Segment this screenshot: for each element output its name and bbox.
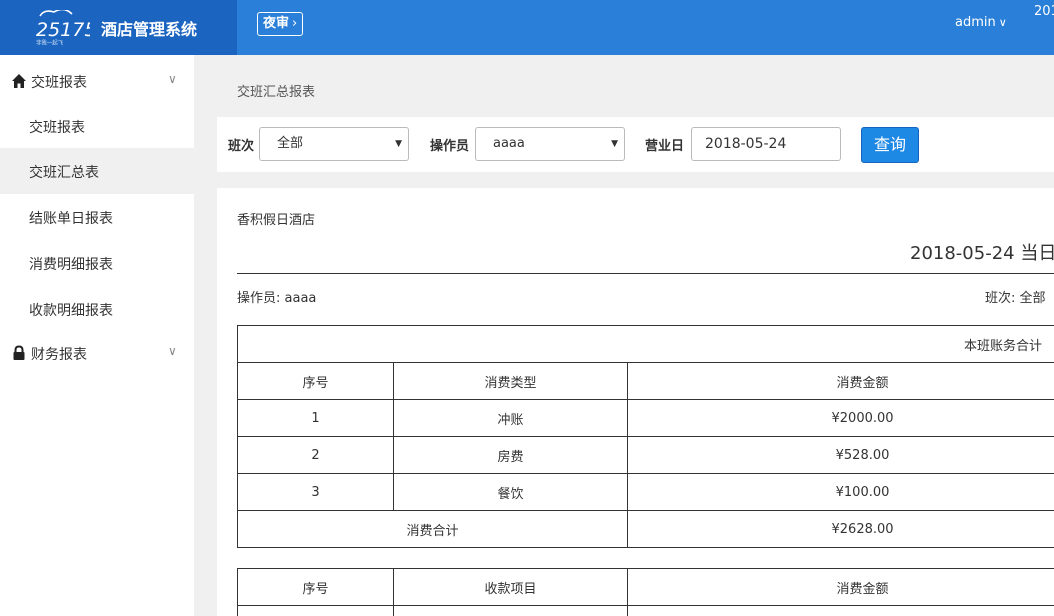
user-name: admin (955, 15, 996, 30)
table-cell (237, 605, 394, 616)
night-audit-button[interactable]: 夜审 › (257, 12, 304, 36)
hotel-name: 香积假日酒店 (237, 213, 316, 228)
column-header: 消费金额 (626, 362, 1054, 400)
column-header: 消费类型 (393, 362, 628, 400)
shift-select-value: 全部 (277, 136, 304, 151)
app-title: 酒店管理系统 (101, 20, 198, 39)
sidebar-item-label: 消费明细报表 (29, 257, 113, 273)
business-day-label: 营业日 (645, 139, 685, 154)
filter-bar: 班次 全部 ▼ 操作员 aaaa ▼ 营业日 2018-05-24 查询 (217, 117, 1054, 172)
table-row (237, 605, 1054, 616)
table-cell: 2 (237, 436, 394, 474)
consumption-table: 本班账务合计 序号 消费类型 消费金额 1 冲账 ¥2000.00 2 房费 ¥… (236, 325, 1054, 548)
sidebar-item-label: 结账单日报表 (29, 211, 113, 227)
shift-line: 班次: 全部 (985, 291, 1046, 306)
summary-caption: 本班账务合计 (236, 325, 1054, 363)
breadcrumb: 交班汇总报表 (237, 85, 316, 100)
logo-text: 25175 (36, 19, 90, 40)
sidebar-group-shift-reports[interactable]: 交班报表 ∨ (0, 58, 194, 104)
sidebar-item-shift-summary[interactable]: 交班汇总表 (0, 148, 194, 194)
summary-caption-text: 本班账务合计 (964, 338, 1043, 354)
table-cell: ¥2000.00 (626, 399, 1054, 437)
table-row: 1 冲账 ¥2000.00 (237, 399, 1054, 437)
sidebar-group-label: 财务报表 (31, 347, 87, 363)
column-header: 收款项目 (393, 568, 628, 606)
table-cell: 房费 (393, 436, 628, 474)
shift-select[interactable]: 全部 ▼ (259, 127, 409, 161)
column-header: 序号 (237, 568, 394, 606)
sidebar-item-payment-detail[interactable]: 收款明细报表 (0, 286, 194, 332)
operator-select[interactable]: aaaa ▼ (475, 127, 625, 161)
table-cell: 1 (237, 399, 394, 437)
table-cell (393, 605, 628, 616)
table-row: 2 房费 ¥528.00 (237, 436, 1054, 474)
title-divider (237, 273, 1054, 274)
logo-tagline: 非我一起飞 (36, 39, 64, 47)
chevron-right-icon: › (292, 16, 298, 31)
table-cell: 3 (237, 473, 394, 511)
sidebar-item-label: 交班报表 (29, 120, 85, 136)
table-caption-row: 本班账务合计 (236, 325, 1054, 363)
shift-label: 班次 (228, 139, 255, 154)
total-value: ¥2628.00 (626, 510, 1054, 548)
column-header: 序号 (237, 362, 394, 400)
sidebar-item-label: 收款明细报表 (29, 303, 113, 319)
table-cell: ¥100.00 (626, 473, 1054, 511)
table-cell: 餐饮 (393, 473, 628, 511)
table-row: 3 餐饮 ¥100.00 (237, 473, 1054, 511)
header-date: 201 (1034, 4, 1054, 19)
sidebar-item-label: 交班汇总表 (29, 165, 99, 181)
query-button[interactable]: 查询 (861, 127, 919, 163)
table-header-row: 序号 收款项目 消费金额 (237, 568, 1054, 606)
total-label: 消费合计 (237, 510, 628, 548)
table-total-row: 消费合计 ¥2628.00 (237, 510, 1054, 548)
column-header: 消费金额 (627, 568, 1054, 606)
table-header-row: 序号 消费类型 消费金额 (237, 362, 1054, 400)
business-day-input[interactable]: 2018-05-24 (691, 127, 841, 161)
chevron-down-icon: ∨ (168, 344, 177, 358)
night-audit-label: 夜审 (263, 16, 290, 31)
operator-line: 操作员: aaaa (237, 291, 317, 306)
sidebar-item-checkout-daily[interactable]: 结账单日报表 (0, 194, 194, 240)
chevron-up-icon: ∨ (168, 72, 177, 86)
operator-label: 操作员 (430, 139, 470, 154)
sidebar-group-finance-reports[interactable]: 财务报表 ∨ (0, 330, 194, 376)
top-header: 25175 非我一起飞 酒店管理系统 夜审› admin∨ 201 (0, 0, 1054, 55)
dropdown-arrow-icon: ▼ (395, 139, 402, 149)
chevron-down-icon: ∨ (998, 16, 1007, 29)
sidebar: 交班报表 ∨ 交班报表 交班汇总表 结账单日报表 消费明细报表 收款明细报表 财… (0, 55, 194, 616)
payment-table: 序号 收款项目 消费金额 (237, 568, 1054, 616)
sidebar-item-shift-report[interactable]: 交班报表 (0, 103, 194, 149)
dropdown-arrow-icon: ▼ (611, 139, 618, 149)
home-icon (11, 73, 27, 89)
table-cell: ¥528.00 (626, 436, 1054, 474)
report-panel: 香积假日酒店 2018-05-24 当日交 操作员: aaaa 班次: 全部 本… (217, 188, 1054, 616)
logo-area[interactable]: 25175 非我一起飞 酒店管理系统 (0, 0, 237, 55)
report-title: 2018-05-24 当日交 (910, 243, 1054, 264)
table-cell: 冲账 (393, 399, 628, 437)
table-cell (627, 605, 1054, 616)
sidebar-group-label: 交班报表 (31, 75, 87, 91)
user-menu[interactable]: admin ∨ (955, 15, 1007, 30)
sidebar-item-consumption-detail[interactable]: 消费明细报表 (0, 240, 194, 286)
lock-icon (11, 345, 27, 361)
operator-select-value: aaaa (493, 136, 525, 151)
